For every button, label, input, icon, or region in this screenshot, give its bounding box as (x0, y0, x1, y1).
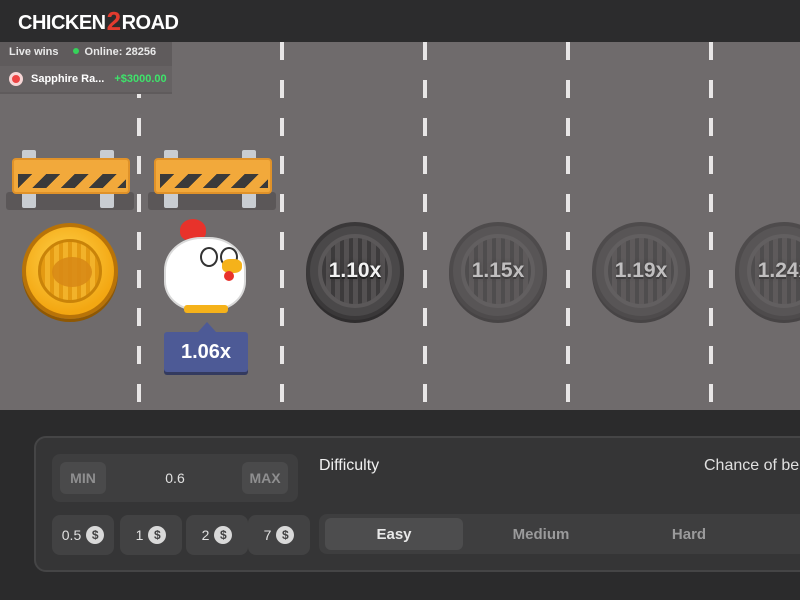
chip-value: 2 (201, 527, 210, 543)
game-logo: CHICKEN 2 ROAD (18, 6, 179, 39)
manhole-multiplier: 1.19x (614, 259, 668, 282)
dollar-icon: $ (276, 526, 295, 544)
chip-value: 1 (135, 527, 144, 543)
manhole-lane-2[interactable]: 1.15x (449, 222, 547, 320)
manhole-lane-1[interactable]: 1.10x (306, 222, 404, 320)
chance-label: Chance of be (704, 457, 800, 474)
online-dot-icon (72, 48, 79, 54)
dollar-icon: $ (148, 526, 167, 544)
lane-line (709, 42, 713, 410)
chip-value: 7 (263, 527, 272, 543)
logo-text-left: CHICKEN (18, 12, 106, 34)
live-wins-panel: Live wins Online: 28256 Sapphire Ra... +… (0, 42, 172, 94)
avatar (9, 72, 23, 86)
online-label: Online: 28256 (84, 46, 157, 58)
current-multiplier-badge: 1.06x (164, 322, 248, 372)
winner-amount: +$3000.00 (114, 73, 167, 85)
difficulty-easy-tab[interactable]: Easy (325, 518, 463, 550)
quick-bet-chip[interactable]: 1 $ (120, 515, 182, 555)
barrier (6, 150, 134, 210)
lane-line (137, 42, 141, 410)
lane-line (566, 42, 570, 410)
dollar-icon: $ (214, 526, 233, 544)
difficulty-hard-tab[interactable]: Hard (620, 518, 758, 550)
difficulty-selector: Easy Medium Hard (319, 514, 800, 554)
top-bar: CHICKEN 2 ROAD (0, 0, 800, 42)
max-bet-button[interactable]: MAX (242, 462, 288, 494)
manhole-lane-3[interactable]: 1.19x (592, 222, 690, 320)
manhole-multiplier: 1.15x (471, 259, 525, 282)
min-bet-button[interactable]: MIN (60, 462, 106, 494)
game-stage: CHICKEN 2 ROAD Live wins Online: 28256 Sap… (0, 0, 800, 600)
lane-line (423, 42, 427, 410)
logo-text-right: ROAD (121, 12, 179, 34)
chicken-player-icon (160, 215, 252, 315)
online-count: Online: 28256 (72, 46, 157, 58)
manhole-lane-4[interactable]: 1.24x (735, 222, 800, 320)
quick-bet-chip[interactable]: 7 $ (248, 515, 310, 555)
bet-amount-input[interactable]: 0.6 (112, 454, 238, 502)
manhole-multiplier: 1.24x (757, 259, 800, 282)
live-wins-label: Live wins (9, 46, 59, 58)
difficulty-label: Difficulty (319, 457, 380, 474)
live-win-entry: Sapphire Ra... +$3000.00 (0, 66, 172, 92)
quick-bet-chip[interactable]: 2 $ (186, 515, 248, 555)
winner-name: Sapphire Ra... (31, 73, 105, 85)
dollar-icon: $ (86, 526, 105, 544)
quick-bet-chip[interactable]: 0.5 $ (52, 515, 114, 555)
difficulty-medium-tab[interactable]: Medium (472, 518, 610, 550)
gold-coin-icon (22, 223, 118, 319)
lane-line (280, 42, 284, 410)
chip-value: 0.5 (61, 527, 82, 543)
logo-number: 2 (106, 6, 121, 36)
manhole-multiplier: 1.10x (328, 259, 382, 282)
bet-amount-control: MIN 0.6 MAX (52, 454, 298, 502)
barrier (148, 150, 276, 210)
